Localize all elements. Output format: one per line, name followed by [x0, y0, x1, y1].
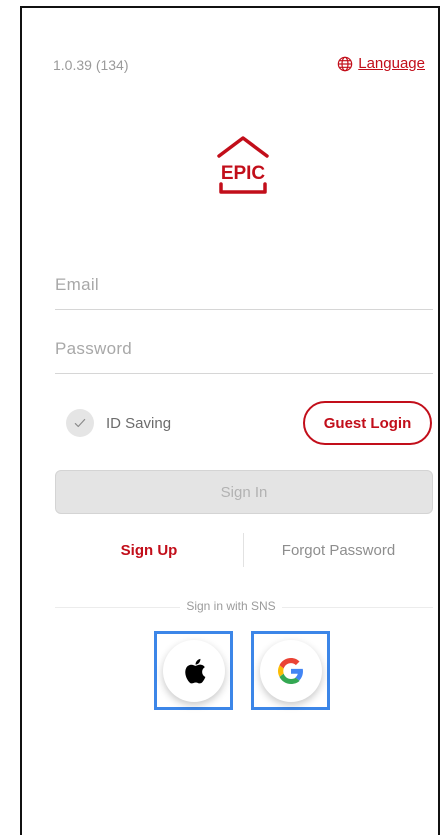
id-saving-toggle[interactable]: ID Saving	[66, 409, 171, 437]
apple-icon	[184, 658, 205, 683]
logo-text: EPIC	[221, 163, 266, 184]
apple-button-circle[interactable]	[162, 639, 225, 702]
id-saving-label: ID Saving	[106, 414, 172, 432]
forgot-password-link[interactable]: Forgot Password	[244, 542, 433, 559]
sns-label: Sign in with SNS	[22, 599, 440, 613]
globe-icon	[337, 56, 353, 71]
account-links: Sign Up Forgot Password	[55, 533, 433, 567]
sign-up-link[interactable]: Sign Up	[55, 542, 243, 559]
version-label: 1.0.39 (134)	[53, 57, 129, 73]
google-button-circle[interactable]	[259, 639, 322, 702]
google-icon	[277, 657, 303, 684]
apple-signin-button[interactable]	[154, 631, 233, 710]
password-input[interactable]	[55, 339, 433, 359]
email-field[interactable]	[55, 275, 433, 310]
google-signin-button[interactable]	[251, 631, 330, 710]
check-icon	[74, 418, 86, 428]
email-input[interactable]	[55, 275, 433, 295]
app-frame: 1.0.39 (134) Language EPIC ID Saving Gue…	[20, 6, 440, 835]
sign-in-button[interactable]: Sign In	[55, 470, 433, 514]
id-saving-checkbox[interactable]	[66, 409, 94, 437]
guest-login-button[interactable]: Guest Login	[303, 401, 432, 445]
epic-logo: EPIC	[217, 136, 269, 194]
language-label: Language	[358, 55, 425, 72]
password-field[interactable]	[55, 339, 433, 374]
language-link[interactable]: Language	[337, 55, 425, 72]
